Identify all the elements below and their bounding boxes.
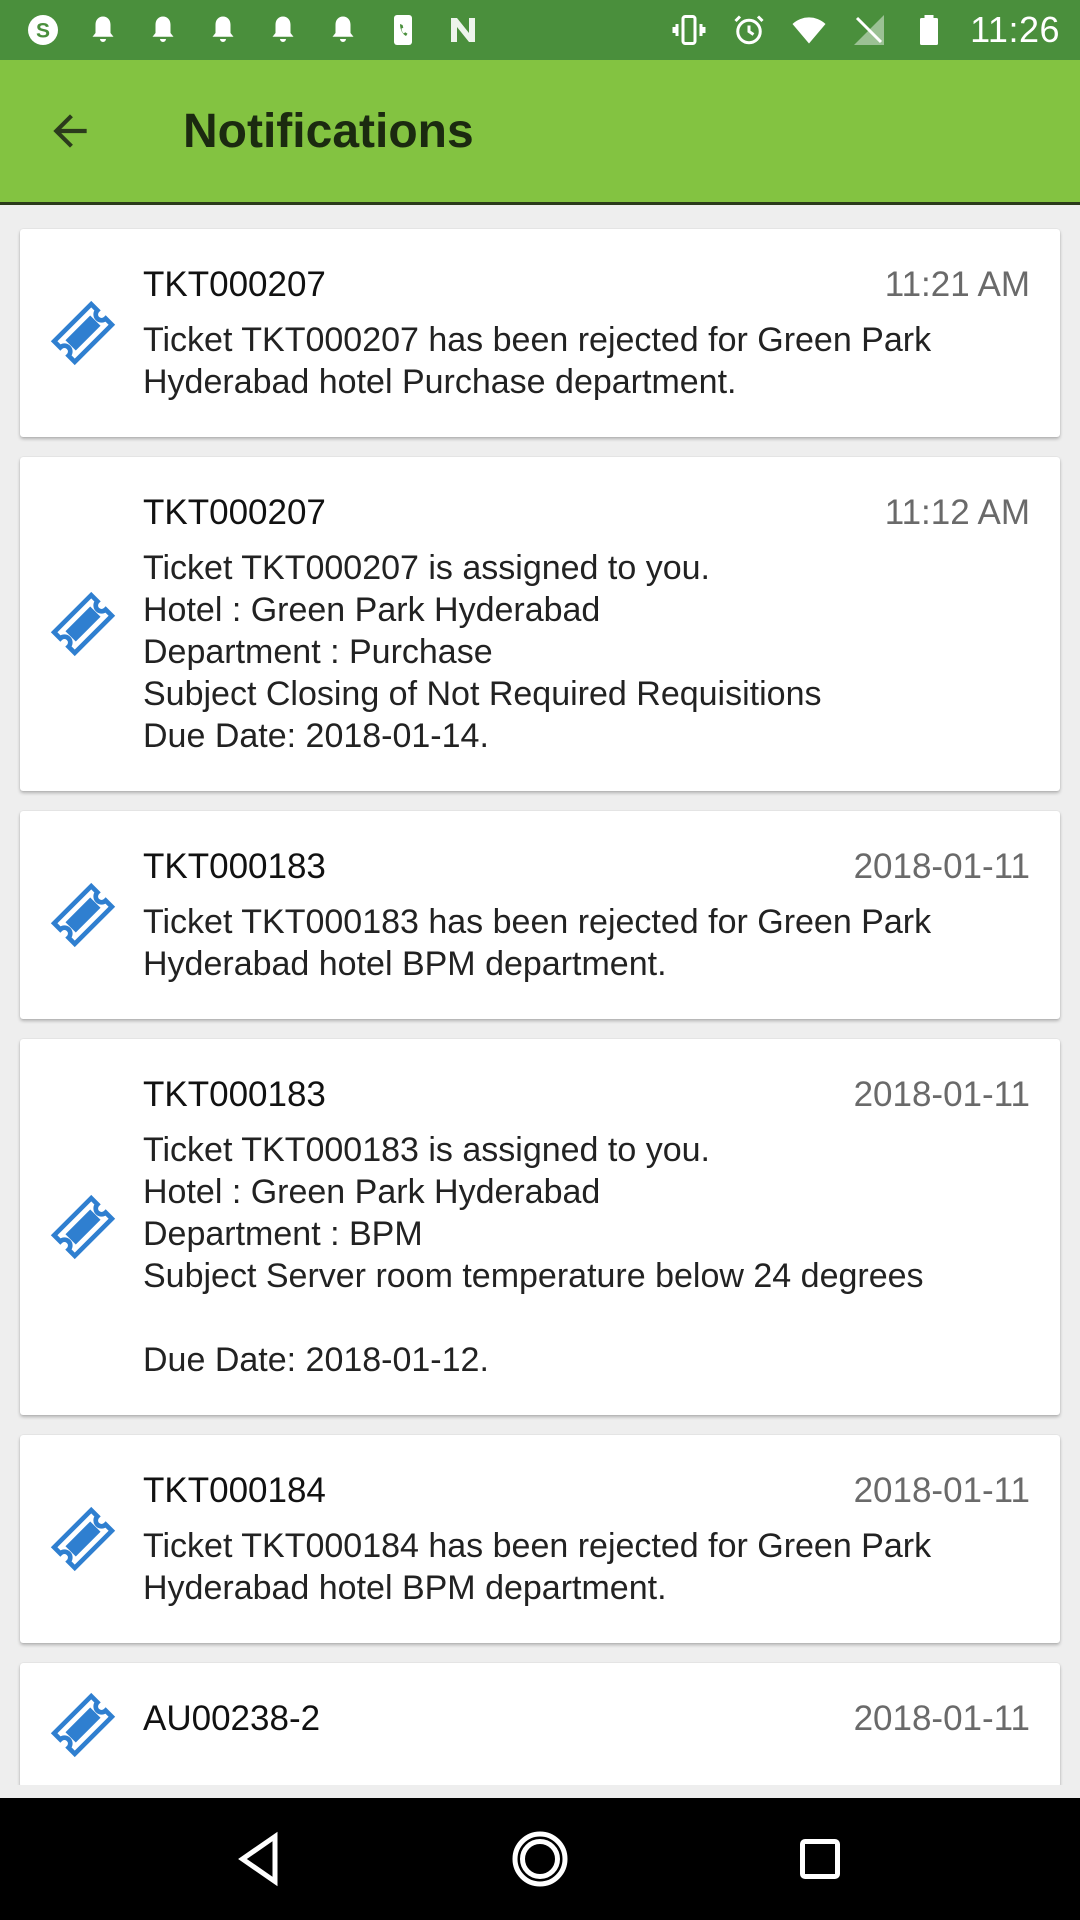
no-signal-icon [850, 11, 888, 49]
notification-card[interactable]: TKT000184 2018-01-11 Ticket TKT000184 ha… [20, 1435, 1060, 1643]
notification-card[interactable]: AU00238-2 2018-01-11 [20, 1663, 1060, 1785]
phone-icon [384, 11, 422, 49]
notification-title: AU00238-2 [143, 1699, 321, 1738]
bell-icon [84, 11, 122, 49]
notification-time: 11:21 AM [884, 265, 1030, 304]
notification-time: 11:12 AM [884, 493, 1030, 532]
bell-icon [324, 11, 362, 49]
bell-icon [144, 11, 182, 49]
ticket-icon [50, 300, 116, 366]
notification-message: Ticket TKT000207 has been rejected for G… [143, 321, 932, 401]
notification-title: TKT000184 [143, 1471, 326, 1510]
ticket-icon [50, 1194, 116, 1260]
alarm-icon [730, 11, 768, 49]
app-bar: Notifications [0, 60, 1080, 205]
notification-message: Ticket TKT000207 is assigned to you. Hot… [143, 549, 822, 755]
status-bar: S 11:26 [0, 0, 1080, 60]
notification-message: Ticket TKT000184 has been rejected for G… [143, 1527, 932, 1607]
notification-card[interactable]: TKT000183 2018-01-11 Ticket TKT000183 ha… [20, 811, 1060, 1019]
nav-back-button[interactable] [215, 1814, 305, 1904]
notification-time: 2018-01-11 [853, 1471, 1030, 1510]
vibrate-icon [670, 11, 708, 49]
notification-card[interactable]: TKT000207 11:21 AM Ticket TKT000207 has … [20, 229, 1060, 437]
status-system-icons: 11:26 [670, 9, 1060, 51]
ticket-icon [50, 591, 116, 657]
status-clock: 11:26 [970, 9, 1060, 50]
n-app-icon [444, 11, 482, 49]
notification-time: 2018-01-11 [853, 847, 1030, 886]
notification-card[interactable]: TKT000183 2018-01-11 Ticket TKT000183 is… [20, 1039, 1060, 1415]
recents-square-icon [800, 1839, 840, 1879]
home-circle-icon [512, 1831, 568, 1887]
status-notification-icons: S [24, 11, 482, 49]
page-title: Notifications [183, 104, 474, 158]
wifi-icon [790, 11, 828, 49]
notification-card[interactable]: TKT000207 11:12 AM Ticket TKT000207 is a… [20, 457, 1060, 791]
screen: S 11:26 Notifications TKT000207 11:21 AM… [0, 0, 1080, 1920]
arrow-left-icon [53, 114, 87, 148]
battery-icon [910, 11, 948, 49]
notification-title: TKT000207 [143, 265, 326, 304]
ticket-icon [50, 1692, 116, 1758]
bell-icon [264, 11, 302, 49]
back-button[interactable] [0, 61, 140, 201]
notification-message: Ticket TKT000183 has been rejected for G… [143, 903, 932, 983]
nav-home-button[interactable] [495, 1814, 585, 1904]
ticket-icon [50, 1506, 116, 1572]
notification-message: Ticket TKT000183 is assigned to you. Hot… [143, 1131, 924, 1379]
notification-title: TKT000207 [143, 493, 326, 532]
navigation-bar [0, 1798, 1080, 1920]
notification-title: TKT000183 [143, 847, 326, 886]
back-triangle-icon [238, 1831, 278, 1887]
notification-time: 2018-01-11 [853, 1075, 1030, 1114]
notification-time: 2018-01-11 [853, 1699, 1030, 1738]
notification-title: TKT000183 [143, 1075, 326, 1114]
skype-icon: S [24, 11, 62, 49]
bell-icon [204, 11, 242, 49]
ticket-icon [50, 882, 116, 948]
svg-text:S: S [36, 20, 50, 43]
nav-recents-button[interactable] [775, 1814, 865, 1904]
notification-list[interactable]: TKT000207 11:21 AM Ticket TKT000207 has … [0, 205, 1080, 1785]
